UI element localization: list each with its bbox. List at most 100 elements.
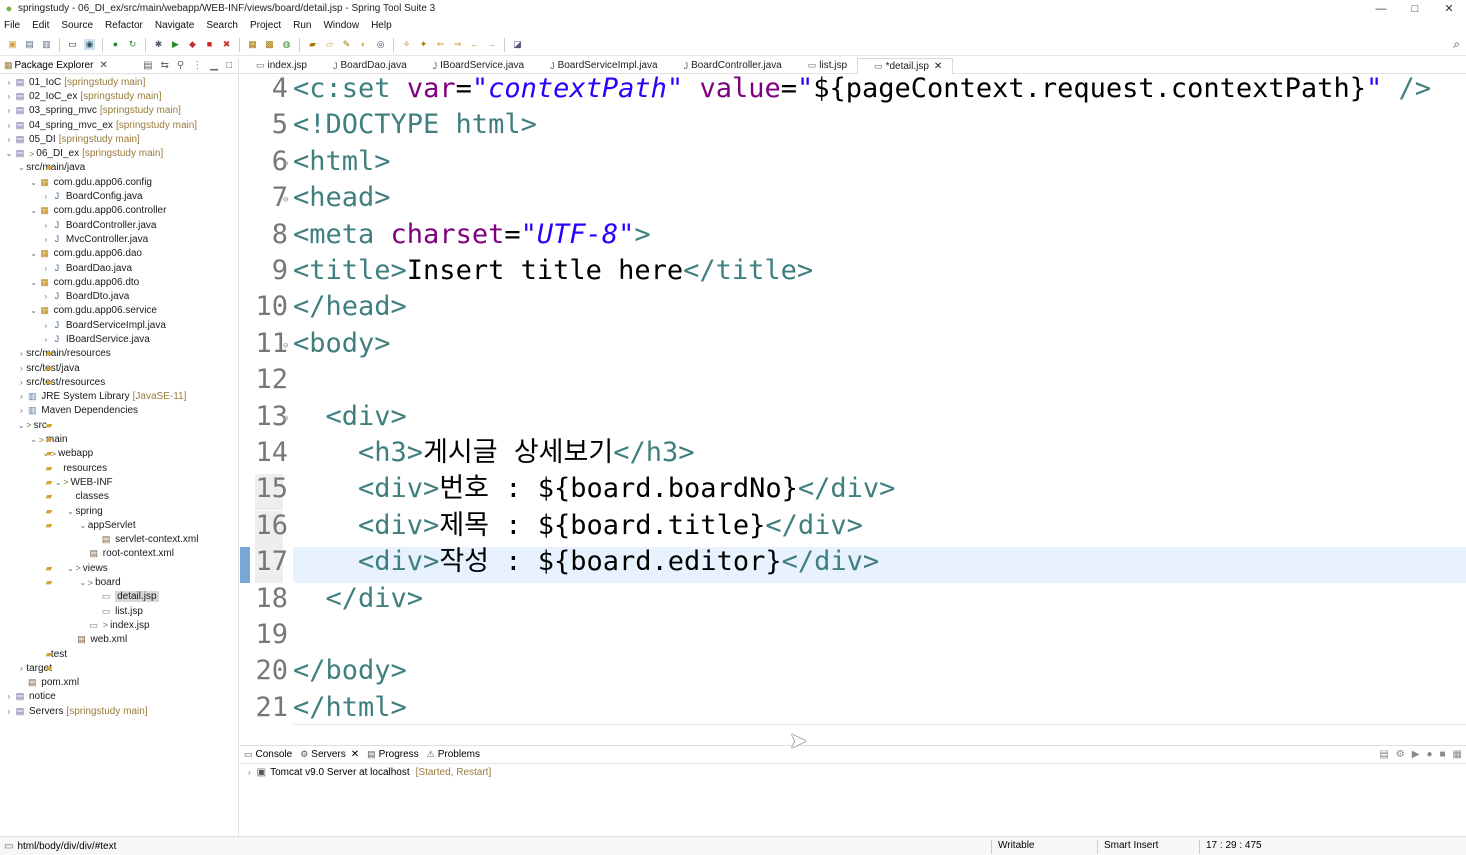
close-tab-icon[interactable]: ✕ <box>351 749 359 760</box>
run-external-icon[interactable]: ◆ <box>187 39 198 50</box>
tree-item[interactable]: ⌄ ▤ >06_DI_ex [springstudy main] <box>0 146 238 160</box>
code-line[interactable]: <div>번호 : ${board.boardNo}</div> <box>293 474 895 510</box>
menu-window[interactable]: Window <box>323 20 359 31</box>
expand-chevron-icon[interactable]: › <box>41 235 51 244</box>
quick-access-search-icon[interactable]: ⌕ <box>1453 37 1460 52</box>
editor-tab[interactable]: ▭ list.jsp <box>792 58 857 74</box>
new-icon[interactable]: ▣ <box>7 39 18 50</box>
code-line[interactable]: <html> <box>293 146 391 183</box>
expand-chevron-icon[interactable]: › <box>4 78 14 87</box>
code-line[interactable]: <div>작성 : ${board.editor}</div> <box>293 547 879 583</box>
refresh-icon[interactable]: ↻ <box>127 39 138 50</box>
fold-toggle-icon[interactable]: ⊖ <box>283 195 288 205</box>
new-class-icon[interactable]: ◍ <box>281 39 292 50</box>
code-line[interactable]: <h3>게시글 상세보기</h3> <box>293 438 694 474</box>
tree-item[interactable]: ▰ classes <box>0 490 238 504</box>
tree-item[interactable]: › ▤ notice <box>0 690 238 704</box>
maximize-button[interactable]: □ <box>1398 0 1432 17</box>
tree-item[interactable]: › J BoardDto.java <box>0 289 238 303</box>
new-java-icon[interactable]: ▩ <box>264 39 275 50</box>
tree-item[interactable]: ⌄ ▦ com.gdu.app06.dto <box>0 275 238 289</box>
tree-item[interactable]: › ▰ src/main/resources <box>0 347 238 361</box>
code-line[interactable]: <c:set var="contextPath" value="${pageCo… <box>293 74 1431 110</box>
tree-item[interactable]: ⌄ ▰ > src <box>0 418 238 432</box>
bottom-tab-servers[interactable]: ⚙ Servers ✕ <box>300 749 359 760</box>
maximize-view-icon[interactable]: □ <box>226 60 232 71</box>
tree-item[interactable]: › J BoardController.java <box>0 218 238 232</box>
bottom-tab-console[interactable]: ▭ Console <box>244 749 292 760</box>
link-editor-icon[interactable]: ⇆ <box>161 60 169 71</box>
expand-chevron-icon[interactable]: › <box>4 106 14 115</box>
save-all-icon[interactable]: ▥ <box>41 39 52 50</box>
bottom-tab-problems[interactable]: ⚠ Problems <box>427 749 480 760</box>
expand-chevron-icon[interactable]: › <box>16 406 26 415</box>
menu-run[interactable]: Run <box>293 20 311 31</box>
fold-toggle-icon[interactable]: ⊖ <box>283 414 288 424</box>
collapse-chevron-icon[interactable]: ⌄ <box>66 564 76 573</box>
code-line[interactable]: </head> <box>293 292 407 328</box>
open-type-icon[interactable]: ▰ <box>307 39 318 50</box>
tree-item[interactable]: ⌄ ▰ > views <box>0 561 238 575</box>
collapse-icon[interactable]: ▤ <box>1379 749 1388 760</box>
tree-item[interactable]: › J MvcController.java <box>0 232 238 246</box>
menu-source[interactable]: Source <box>61 20 93 31</box>
tree-item[interactable]: › ▤ 02_IoC_ex [springstudy main] <box>0 89 238 103</box>
close-tab-icon[interactable]: ✕ <box>934 61 942 72</box>
code-line[interactable]: </div> <box>293 583 424 620</box>
tree-item[interactable]: › J BoardConfig.java <box>0 189 238 203</box>
tree-item[interactable]: › ▤ 03_spring_mvc [springstudy main] <box>0 104 238 118</box>
close-window-button[interactable]: ✕ <box>1432 0 1466 17</box>
menu-navigate[interactable]: Navigate <box>155 20 194 31</box>
editor-tab[interactable]: ▭ index.jsp <box>240 58 317 74</box>
tree-item[interactable]: ▤ pom.xml <box>0 675 238 689</box>
menu-icon[interactable]: ▦ <box>1453 749 1462 760</box>
expand-chevron-icon[interactable]: › <box>41 221 51 230</box>
view-menu-icon[interactable]: ⋮ <box>192 60 202 71</box>
code-line[interactable]: <div>제목 : ${board.title}</div> <box>293 510 863 547</box>
tree-item[interactable]: ⌄ ▰ src/main/java <box>0 161 238 175</box>
globe-icon[interactable]: ◎ <box>375 39 386 50</box>
expand-chevron-icon[interactable]: › <box>41 335 51 344</box>
open-folder-icon[interactable]: ▱ <box>324 39 335 50</box>
tree-item[interactable]: ▭ list.jsp <box>0 604 238 618</box>
editor-tab[interactable]: J BoardController.java <box>668 58 792 74</box>
annotation-icon[interactable]: ✧ <box>401 39 412 50</box>
tree-item[interactable]: › ▥ JRE System Library [JavaSE-11] <box>0 390 238 404</box>
expand-chevron-icon[interactable]: › <box>248 768 251 777</box>
expand-chevron-icon[interactable]: › <box>4 707 14 716</box>
editor-tab[interactable]: J BoardDao.java <box>317 58 417 74</box>
nav-forward-icon[interactable]: → <box>486 39 497 50</box>
code-line[interactable]: <body> <box>293 328 391 365</box>
bottom-tab-progress[interactable]: ▤ Progress <box>367 749 419 760</box>
tree-item[interactable]: › ▰ src/test/resources <box>0 375 238 389</box>
spring-boot-icon[interactable]: ● <box>110 39 121 50</box>
minimize-button[interactable]: — <box>1364 0 1398 17</box>
menu-edit[interactable]: Edit <box>32 20 49 31</box>
expand-chevron-icon[interactable]: › <box>4 135 14 144</box>
stop-icon[interactable]: ■ <box>204 39 215 50</box>
expand-chevron-icon[interactable]: › <box>41 292 51 301</box>
collapse-chevron-icon[interactable]: ⌄ <box>29 278 39 287</box>
pin-icon[interactable]: ◪ <box>512 39 523 50</box>
tree-item[interactable]: ⌄ ▰ > main <box>0 432 238 446</box>
collapse-all-icon[interactable]: ▤ <box>143 60 152 71</box>
back-icon[interactable]: ⇐ <box>435 39 446 50</box>
code-line[interactable]: <!DOCTYPE html> <box>293 110 537 146</box>
tree-item[interactable]: ⌄ ▦ com.gdu.app06.controller <box>0 204 238 218</box>
fold-toggle-icon[interactable]: ⊖ <box>283 159 288 169</box>
expand-chevron-icon[interactable]: › <box>4 692 14 701</box>
next-annotation-icon[interactable]: ✦ <box>418 39 429 50</box>
collapse-chevron-icon[interactable]: ⌄ <box>29 249 39 258</box>
search-toggle-icon[interactable]: ◉ <box>84 39 95 50</box>
tree-item[interactable]: ▭ > index.jsp <box>0 618 238 632</box>
tree-item[interactable]: ▰ resources <box>0 461 238 475</box>
tree-item[interactable]: ▤ servlet-context.xml <box>0 533 238 547</box>
tree-item[interactable]: ⌄ ▰ appServlet <box>0 518 238 532</box>
collapse-chevron-icon[interactable]: ⌄ <box>16 421 26 430</box>
collapse-chevron-icon[interactable]: ⌄ <box>29 306 39 315</box>
focus-icon[interactable]: ⚲ <box>177 60 184 71</box>
expand-chevron-icon[interactable]: › <box>16 378 26 387</box>
stop-icon[interactable]: ● <box>1426 749 1432 760</box>
minimize-view-icon[interactable]: ▁ <box>210 60 218 71</box>
code-line[interactable]: </body> <box>293 656 407 692</box>
